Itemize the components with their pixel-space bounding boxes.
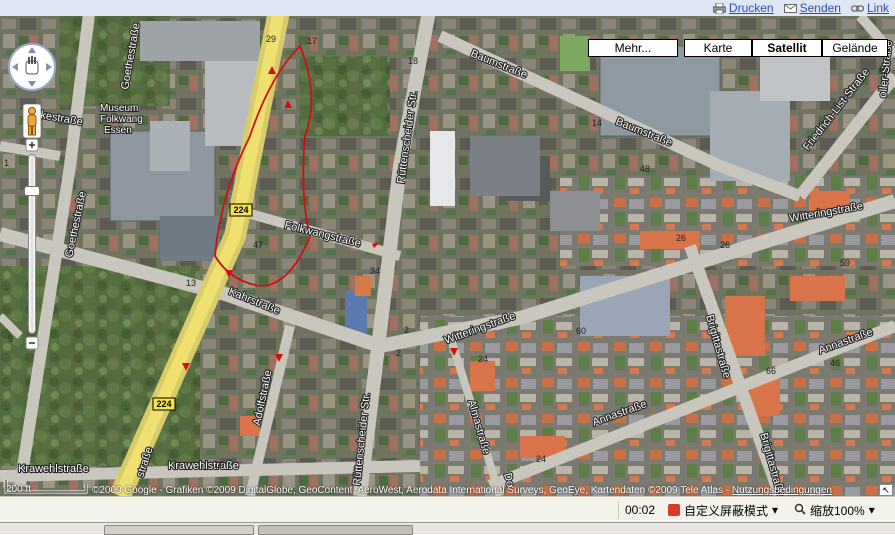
route-shield-upper: 224	[229, 203, 253, 217]
house-number: 1	[4, 158, 9, 168]
map-canvas[interactable]: 224 224 Museum Folkwang Essen Goethestra…	[0, 16, 895, 496]
zoom-slider-thumb[interactable]	[24, 186, 40, 196]
os-taskbar	[0, 522, 895, 535]
svg-text:224: 224	[233, 205, 248, 215]
minus-icon	[25, 336, 39, 350]
terms-link[interactable]: Nutzungsbedingungen	[732, 485, 832, 496]
top-links: Drucken Senden Link	[712, 0, 889, 16]
map-type-map-button[interactable]: Karte	[684, 39, 752, 57]
zoom-magnifier-icon	[794, 503, 806, 518]
zoom-in-button[interactable]	[21, 136, 43, 154]
map-type-satellite-button[interactable]: Satellit	[752, 39, 822, 57]
house-number: 24	[536, 454, 546, 464]
house-number: 66	[766, 366, 776, 376]
street-krawehlstrasse-1: Krawehlstraße	[18, 463, 89, 475]
house-number: 46	[830, 358, 840, 368]
scale-label: 200 ft	[6, 484, 32, 495]
chain-link-icon	[850, 3, 865, 14]
browser-status-bar: 00:02 自定义屏蔽模式 ▾ 缩放100% ▾	[0, 496, 895, 522]
house-number: 2	[404, 325, 409, 335]
block-mode-icon	[668, 504, 680, 516]
house-number: 60	[576, 326, 586, 336]
print-link[interactable]: Drucken	[712, 1, 774, 15]
house-number: 2	[396, 348, 401, 358]
link-link[interactable]: Link	[850, 1, 889, 15]
house-number: 26	[720, 240, 730, 250]
status-mode-label: 自定义屏蔽模式	[684, 503, 769, 518]
status-zoom[interactable]: 缩放100% ▾	[794, 501, 875, 519]
svg-text:224: 224	[156, 399, 171, 409]
house-number: 17	[307, 36, 317, 46]
status-zoom-label: 缩放100%	[810, 503, 865, 518]
poi-museum-line2: Folkwang	[100, 114, 143, 125]
top-link-bar: Drucken Senden Link	[0, 0, 895, 16]
route-shield-lower: 224	[152, 397, 176, 411]
house-number: 34	[370, 266, 380, 276]
house-number: 9	[8, 334, 13, 344]
printer-icon	[712, 2, 727, 14]
zoom-out-button[interactable]	[21, 334, 43, 352]
house-number: 24	[478, 354, 488, 364]
print-label: Drucken	[728, 1, 774, 15]
house-number: 8	[878, 66, 883, 76]
house-number: 13	[186, 278, 196, 288]
poi-museum-line3: Essen	[104, 125, 132, 136]
link-label: Link	[866, 1, 889, 15]
pan-control[interactable]	[7, 42, 57, 92]
map-type-terrain-button[interactable]: Gelände	[822, 39, 888, 57]
chevron-down-icon: ▾	[772, 503, 779, 517]
expand-corner-button[interactable]: ↖	[879, 484, 893, 496]
map-type-more-button[interactable]: Mehr...	[588, 39, 678, 57]
satellite-imagery: 224 224 Museum Folkwang Essen Goethestra…	[0, 16, 895, 496]
house-number: 14	[592, 118, 602, 128]
house-number: 59	[840, 258, 850, 268]
house-number: 26	[676, 233, 686, 243]
zoom-slider-track[interactable]	[28, 154, 36, 334]
pegman-icon[interactable]	[23, 104, 41, 138]
street-krawehlstrasse-2: Krawehlstraße	[168, 460, 239, 472]
plus-icon	[25, 138, 39, 152]
status-time: 00:02	[618, 501, 665, 519]
house-number: 29	[266, 34, 276, 44]
envelope-icon	[783, 3, 797, 14]
house-number: 48	[640, 164, 650, 174]
house-number: 10	[214, 460, 224, 470]
house-number: 18	[408, 56, 418, 66]
status-mode[interactable]: 自定义屏蔽模式 ▾	[668, 501, 778, 519]
house-number: 47	[253, 240, 263, 250]
copyright-text: ©2009 Google - Grafiken ©2009 DigitalGlo…	[92, 485, 730, 496]
map-copyright: ©2009 Google - Grafiken ©2009 DigitalGlo…	[92, 485, 832, 496]
chevron-down-icon: ▾	[868, 503, 875, 517]
send-label: Senden	[799, 1, 841, 15]
poi-museum-line1: Museum	[100, 103, 138, 114]
send-link[interactable]: Senden	[783, 1, 841, 15]
